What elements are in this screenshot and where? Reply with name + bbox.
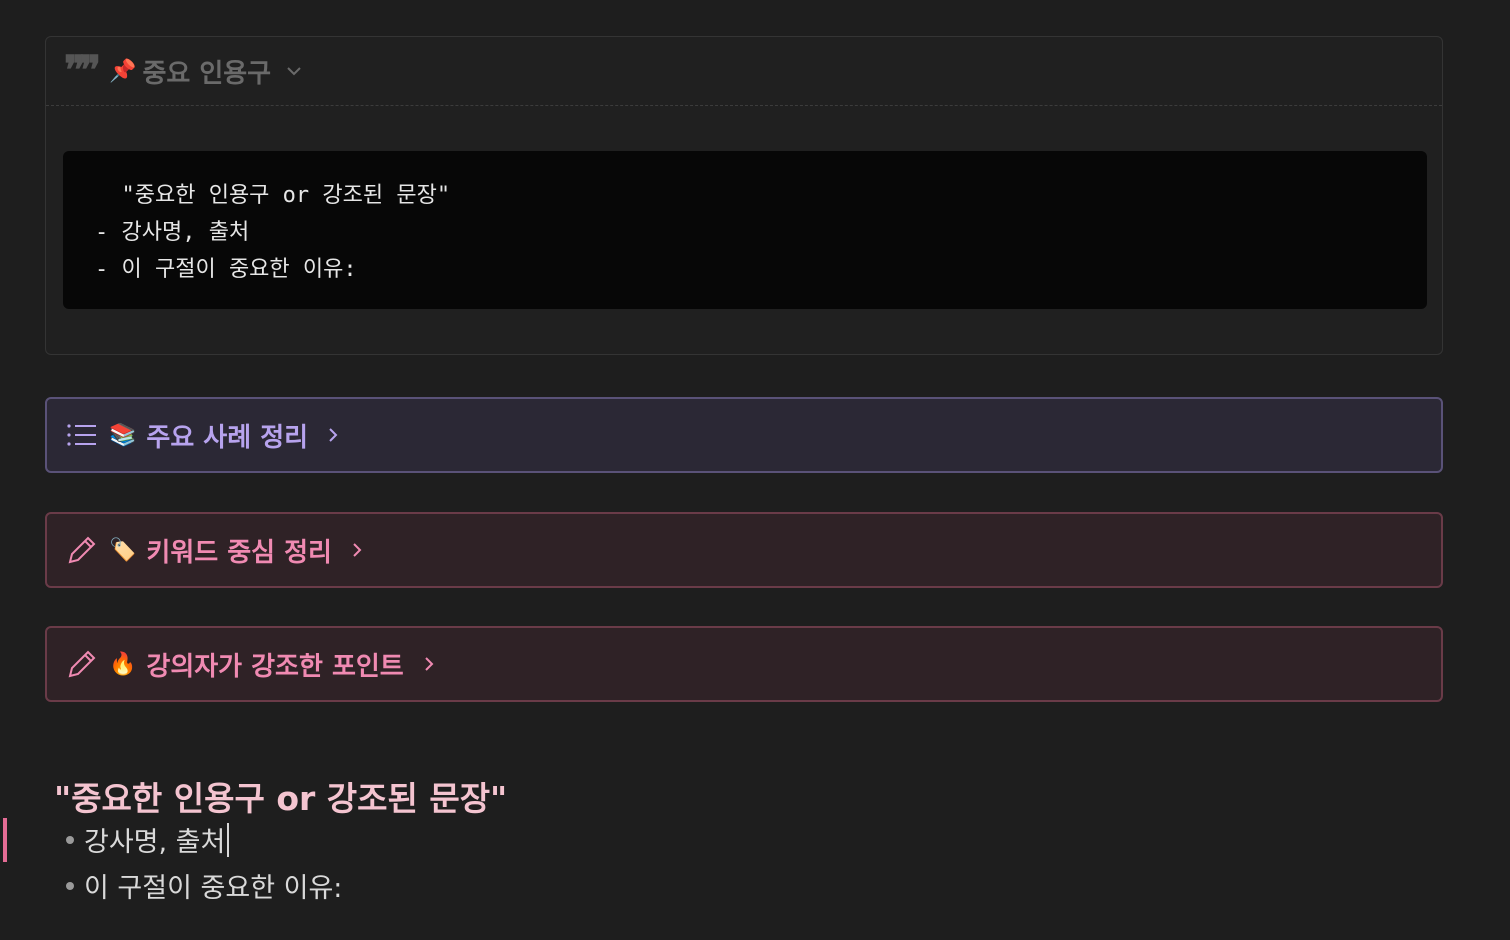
pencil-icon bbox=[65, 647, 99, 681]
pushpin-icon: 📌 bbox=[109, 58, 137, 84]
pencil-icon bbox=[65, 533, 99, 567]
code-block[interactable]: "중요한 인용구 or 강조된 문장" - 강사명, 출처 - 이 구절이 중요한 … bbox=[63, 151, 1427, 309]
active-block-indicator bbox=[3, 818, 7, 862]
list-item-text: 강사명, 출처 bbox=[84, 827, 226, 858]
quote-callout: ❞❞ 📌 중요 인용구 "중요한 인용구 or 강조된 문장" - 강사명, 출처… bbox=[45, 36, 1443, 355]
list-item-text: 이 구절이 중요한 이유: bbox=[84, 873, 343, 904]
toggle-label: 키워드 중심 정리 bbox=[146, 537, 332, 568]
code-line: - 이 구절이 중요한 이유: bbox=[95, 257, 357, 282]
bullet-dot bbox=[66, 881, 74, 890]
quote-icon: ❞❞ bbox=[64, 47, 101, 94]
chevron-right-icon bbox=[329, 428, 338, 442]
fire-icon: 🔥 bbox=[109, 651, 137, 677]
quote-heading[interactable]: "중요한 인용구 or 강조된 문장" bbox=[54, 772, 507, 820]
list-item[interactable]: 이 구절이 중요한 이유: bbox=[66, 866, 342, 905]
code-line: "중요한 인용구 or 강조된 문장" bbox=[95, 183, 451, 208]
chevron-right-icon bbox=[353, 543, 362, 557]
text-caret bbox=[227, 822, 230, 857]
toggle-key-cases[interactable]: 📚 주요 사례 정리 bbox=[45, 397, 1443, 473]
toggle-keyword-summary[interactable]: 🏷️ 키워드 중심 정리 bbox=[45, 512, 1443, 588]
toggle-emphasized-points[interactable]: 🔥 강의자가 강조한 포인트 bbox=[45, 626, 1443, 702]
list-item[interactable]: 강사명, 출처 bbox=[66, 820, 230, 859]
toggle-label: 강의자가 강조한 포인트 bbox=[146, 651, 404, 682]
quote-callout-header[interactable]: ❞❞ 📌 중요 인용구 bbox=[46, 37, 1442, 106]
books-icon: 📚 bbox=[109, 422, 137, 448]
list-icon bbox=[65, 418, 99, 452]
chevron-down-icon[interactable] bbox=[285, 62, 303, 80]
chevron-right-icon bbox=[425, 657, 434, 671]
toggle-label: 주요 사례 정리 bbox=[146, 422, 309, 453]
bullet-dot bbox=[66, 835, 74, 844]
code-line: - 강사명, 출처 bbox=[95, 220, 250, 245]
label-tag-icon: 🏷️ bbox=[109, 537, 137, 563]
quote-callout-title: 중요 인용구 bbox=[142, 58, 272, 89]
